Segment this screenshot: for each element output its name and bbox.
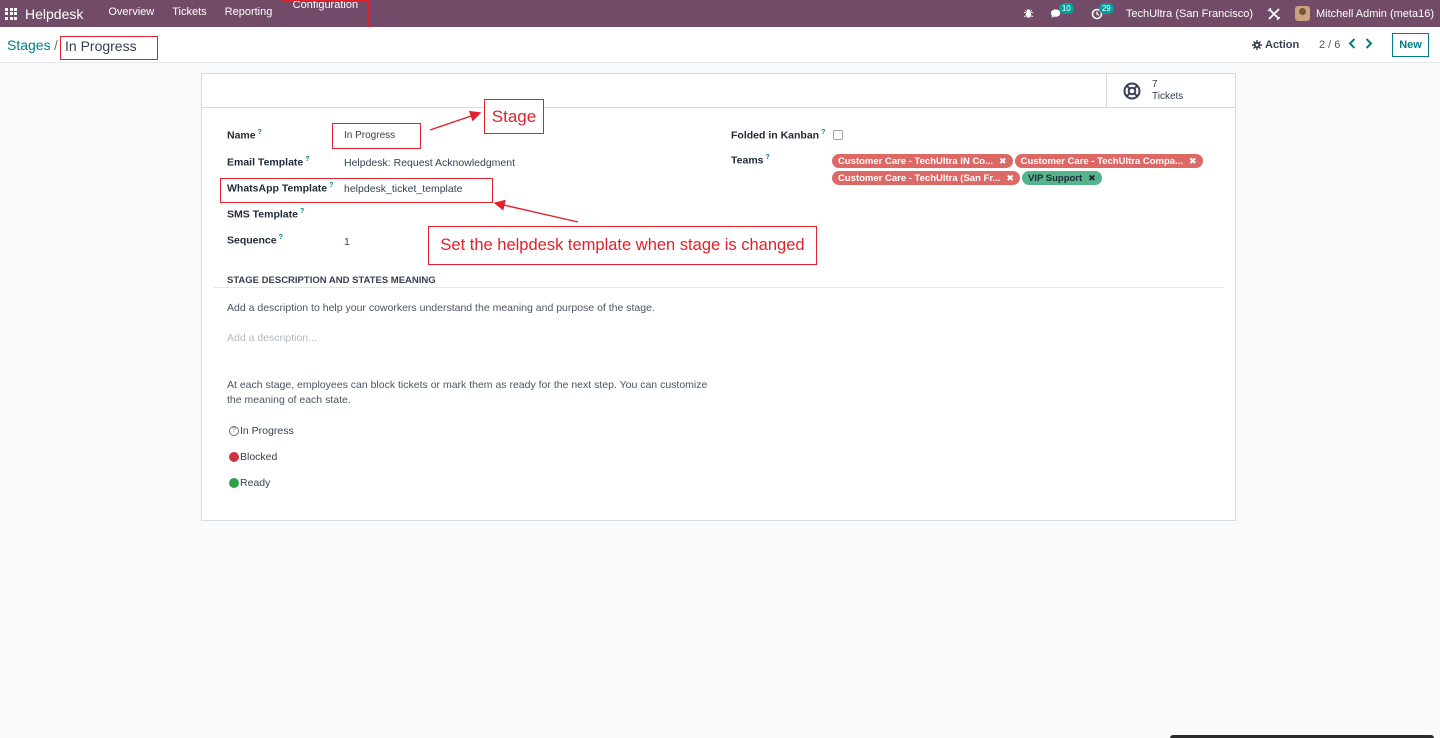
remove-tag-icon[interactable]: ✖ <box>1189 156 1197 167</box>
state-red-dot-icon <box>229 452 239 462</box>
team-tag: VIP Support ✖ <box>1021 171 1102 185</box>
remove-tag-icon[interactable]: ✖ <box>1006 173 1014 184</box>
teams-label: Teams? <box>731 154 770 167</box>
folded-in-kanban-label: Folded in Kanban? <box>731 129 826 142</box>
breadcrumb-current: In Progress <box>60 36 158 60</box>
tickets-label: Tickets <box>1152 91 1184 102</box>
sequence-field[interactable]: 1 <box>344 236 350 248</box>
teams-field[interactable]: Customer Care - TechUltra IN Co... ✖ Custo… <box>832 154 1212 188</box>
state-grey-dot-icon: ? <box>229 426 239 436</box>
top-navbar: Helpdesk Overview Tickets Reporting Conf… <box>0 0 1440 34</box>
description-input[interactable]: Add a description... <box>227 332 317 344</box>
user-avatar[interactable] <box>1295 6 1310 21</box>
breadcrumb-stages[interactable]: Stages <box>7 37 51 53</box>
section-divider <box>214 287 1223 288</box>
state-ready[interactable]: Ready <box>229 477 270 489</box>
menu-item-overview[interactable]: Overview <box>99 0 163 27</box>
user-menu[interactable]: Mitchell Admin (meta16) <box>1316 8 1434 20</box>
activities-icon[interactable]: 29 <box>1090 2 1114 21</box>
company-switcher[interactable]: TechUltra (San Francisco) <box>1126 8 1253 20</box>
debug-tools-icon[interactable] <box>1267 7 1281 21</box>
template-annotation: Set the helpdesk template when stage is … <box>428 226 817 265</box>
pager-next-icon[interactable] <box>1365 36 1373 52</box>
whatsapp-template-label: WhatsApp Template? <box>227 182 334 195</box>
section-title: STAGE DESCRIPTION AND STATES MEANING <box>227 275 436 286</box>
activities-badge: 29 <box>1098 2 1114 14</box>
remove-tag-icon[interactable]: ✖ <box>1088 173 1096 184</box>
new-button[interactable]: New <box>1392 33 1429 57</box>
email-template-field[interactable]: Helpdesk: Request Acknowledgment <box>344 157 515 169</box>
team-tag: Customer Care - TechUltra IN Co... ✖ <box>832 154 1013 168</box>
state-in-progress[interactable]: ? In Progress <box>229 425 294 437</box>
folded-in-kanban-checkbox[interactable] <box>833 130 843 140</box>
sequence-label: Sequence? <box>227 234 283 247</box>
lifebuoy-icon <box>1123 82 1141 100</box>
stage-annotation: Stage <box>484 99 544 134</box>
pager-previous-icon[interactable] <box>1348 36 1356 52</box>
form-sheet: 7 Tickets Name? In Progress Email Templa… <box>201 73 1236 521</box>
action-label: Action <box>1265 39 1300 51</box>
tickets-count: 7 <box>1152 79 1158 90</box>
email-template-label: Email Template? <box>227 156 310 169</box>
state-green-dot-icon <box>229 478 239 488</box>
main-menu: Overview Tickets Reporting Configuration <box>99 0 370 34</box>
pager-value[interactable]: 2 / 6 <box>1319 39 1340 51</box>
menu-item-reporting[interactable]: Reporting <box>216 0 282 27</box>
messages-badge: 10 <box>1058 2 1074 14</box>
description-intro: Add a description to help your coworkers… <box>227 302 655 314</box>
sms-template-label: SMS Template? <box>227 208 305 221</box>
bug-icon[interactable] <box>1022 7 1036 21</box>
team-tag: Customer Care - TechUltra Compa... ✖ <box>1014 154 1203 168</box>
state-blocked[interactable]: Blocked <box>229 451 277 463</box>
states-explanation-line-1: At each stage, employees can block ticke… <box>227 379 708 391</box>
gear-icon <box>1252 40 1262 50</box>
states-explanation-line-2: the meaning of each state. <box>227 394 351 406</box>
action-button[interactable]: Action <box>1252 39 1299 51</box>
sms-template-field[interactable] <box>344 209 524 221</box>
menu-item-tickets[interactable]: Tickets <box>163 0 215 27</box>
app-name[interactable]: Helpdesk <box>25 6 83 22</box>
name-field[interactable]: In Progress <box>344 130 395 141</box>
messages-icon[interactable]: 10 <box>1050 2 1074 21</box>
apps-menu-icon[interactable] <box>5 7 17 20</box>
navbar-systray: 10 29 TechUltra (San Francisco) Mitchell… <box>1022 0 1440 27</box>
breadcrumb-separator: / <box>54 37 58 53</box>
name-label: Name? <box>227 129 262 142</box>
tickets-smart-button[interactable]: 7 Tickets <box>1106 74 1235 108</box>
team-tag: Customer Care - TechUltra (San Fr... ✖ <box>832 171 1020 185</box>
smart-button-box: 7 Tickets <box>202 74 1235 108</box>
whatsapp-template-field[interactable]: helpdesk_ticket_template <box>344 183 463 195</box>
control-panel: Stages / In Progress Action 2 / 6 New <box>0 27 1440 63</box>
remove-tag-icon[interactable]: ✖ <box>999 156 1007 167</box>
